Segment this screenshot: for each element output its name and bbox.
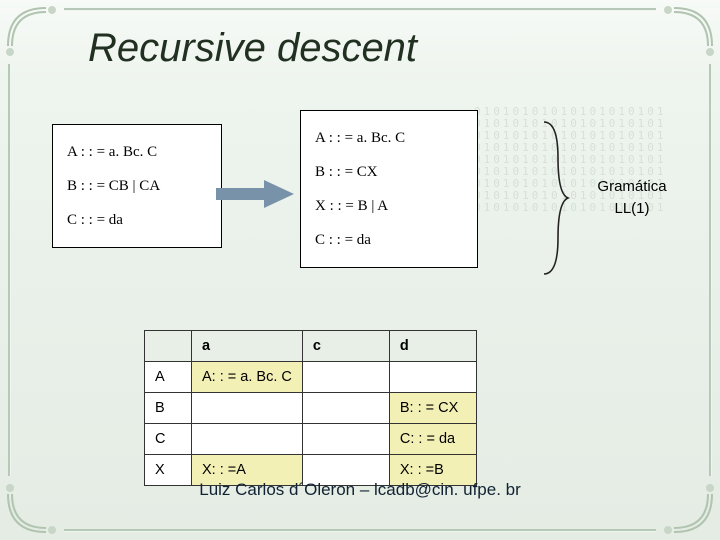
row-header: C xyxy=(145,424,192,455)
parse-table: a c d A A: : = a. Bc. C B B: : = CX C C:… xyxy=(144,330,477,486)
rule: C : : = da xyxy=(67,203,207,237)
arrow-icon xyxy=(216,178,294,210)
frame-top xyxy=(64,8,656,11)
cell xyxy=(389,362,476,393)
grammar-type-label: Gramática LL(1) xyxy=(580,176,684,220)
table-header: c xyxy=(302,331,389,362)
cell: A: : = a. Bc. C xyxy=(192,362,303,393)
table-header xyxy=(145,331,192,362)
frame-right xyxy=(709,64,712,476)
rule: C : : = da xyxy=(315,223,463,257)
rule: A : : = a. Bc. C xyxy=(315,121,463,155)
corner-ornament-icon xyxy=(6,6,66,66)
cell xyxy=(192,393,303,424)
rule: B : : = CB | CA xyxy=(67,169,207,203)
cell xyxy=(302,424,389,455)
row-header: B xyxy=(145,393,192,424)
cell xyxy=(302,393,389,424)
table-row: C C: : = da xyxy=(145,424,477,455)
brace-icon xyxy=(540,118,570,278)
cell: C: : = da xyxy=(389,424,476,455)
row-header: A xyxy=(145,362,192,393)
label-line: Gramática xyxy=(597,178,666,195)
table-header-row: a c d xyxy=(145,331,477,362)
frame-bottom xyxy=(64,529,656,532)
rule: A : : = a. Bc. C xyxy=(67,135,207,169)
frame-left xyxy=(8,64,11,476)
rule: X : : = B | A xyxy=(315,189,463,223)
grammar-transformed-box: A : : = a. Bc. C B : : = CX X : : = B | … xyxy=(300,110,478,268)
grammar-original-box: A : : = a. Bc. C B : : = CB | CA C : : =… xyxy=(52,124,222,248)
corner-ornament-icon xyxy=(654,6,714,66)
cell: B: : = CX xyxy=(389,393,476,424)
table-header: d xyxy=(389,331,476,362)
label-line: LL(1) xyxy=(614,200,649,217)
rule: B : : = CX xyxy=(315,155,463,189)
slide: Recursive descent 01010101010101010101 0… xyxy=(0,0,720,540)
cell xyxy=(192,424,303,455)
table-row: A A: : = a. Bc. C xyxy=(145,362,477,393)
cell xyxy=(302,362,389,393)
table-row: B B: : = CX xyxy=(145,393,477,424)
table-header: a xyxy=(192,331,303,362)
footer-author: Luiz Carlos d´Oleron – lcadb@cin. ufpe. … xyxy=(0,480,720,500)
